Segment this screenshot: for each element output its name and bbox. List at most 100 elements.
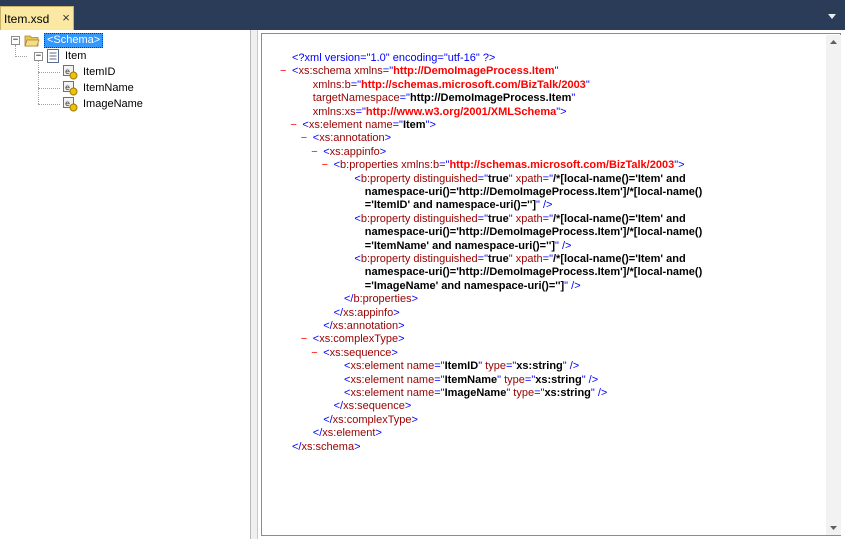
xml-token: xs:element xyxy=(350,387,404,399)
xml-token: /*[local-name()='Item' and xyxy=(552,212,686,225)
xml-collapse-toggle[interactable]: − xyxy=(322,159,328,172)
xml-line-text: <xs:appinfo> xyxy=(323,146,386,159)
xml-line-text: <xs:sequence> xyxy=(323,347,398,360)
xml-token: > xyxy=(384,132,392,145)
xml-token: true xyxy=(487,172,509,185)
xml-token: xmlns:xs xyxy=(312,105,356,118)
xml-token: type xyxy=(482,360,506,373)
xml-token: " xyxy=(554,65,559,78)
xml-token: =" xyxy=(542,172,553,185)
xml-token: http://DemoImageProcess.Item xyxy=(409,92,572,105)
xml-token: type xyxy=(510,387,535,399)
xml-token: xs:annotation xyxy=(332,320,399,332)
field-element-icon: e xyxy=(63,65,78,80)
xml-token: =" xyxy=(434,387,445,399)
xml-line-text: <xs:element name="ItemName" type="xs:str… xyxy=(344,374,598,387)
tree-node-label: ImageName xyxy=(83,98,143,110)
xml-token: > xyxy=(354,440,361,453)
xml-line-text: <?xml version="1.0" encoding="utf-16" ?> xyxy=(292,52,495,65)
xml-token: =" xyxy=(534,387,545,399)
pane-splitter[interactable] xyxy=(251,30,258,539)
xml-line-text: <xs:element name="ItemID" type="xs:strin… xyxy=(344,360,579,373)
xml-collapse-toggle[interactable]: − xyxy=(311,146,317,159)
tree-node-schema[interactable]: − <Schema> xyxy=(0,32,240,48)
scroll-down-icon[interactable] xyxy=(826,520,841,535)
schema-tree-pane: − <Schema> − Item e ItemID e ItemName e … xyxy=(0,30,251,539)
tree-node-field-imagename[interactable]: e ImageName xyxy=(0,96,240,112)
xml-token: name xyxy=(403,373,435,386)
xml-token: xs:element xyxy=(308,119,363,131)
xml-token: name xyxy=(403,387,435,399)
svg-text:e: e xyxy=(65,99,70,108)
xml-token: =" xyxy=(382,65,394,78)
xml-token: xs:string xyxy=(535,373,582,386)
xml-line-text: </xs:appinfo> xyxy=(334,307,400,320)
xml-token: xs:appinfo xyxy=(343,306,394,319)
scroll-up-icon[interactable] xyxy=(826,35,841,50)
xml-token: xs:sequence xyxy=(329,346,392,359)
xml-token: =" xyxy=(505,360,517,373)
tree-node-field-itemid[interactable]: e ItemID xyxy=(0,64,240,80)
xml-token: </ xyxy=(333,400,344,413)
xml-token: Item xyxy=(402,119,426,131)
xml-line-text: targetNamespace="http://DemoImageProcess… xyxy=(313,92,575,105)
xml-token: true xyxy=(487,253,509,265)
xml-token: xs:schema xyxy=(298,65,352,78)
xml-token: =" xyxy=(542,253,553,265)
xml-line-text: <b:properties xmlns:b="http://schemas.mi… xyxy=(334,159,685,172)
xml-token: b:properties xyxy=(353,293,412,306)
xml-token: </ xyxy=(333,306,344,319)
tree-node-label: ItemName xyxy=(83,82,134,94)
xml-line-text: <xs:element name="ImageName" type="xs:st… xyxy=(344,387,607,400)
xml-collapse-toggle[interactable]: − xyxy=(301,132,307,145)
xml-line-text: xmlns:xs="http://www.w3.org/2001/XMLSche… xyxy=(313,106,567,119)
xml-token: b:property xyxy=(360,253,411,265)
xml-collapse-toggle[interactable]: − xyxy=(301,333,307,346)
xml-token: =" xyxy=(477,253,488,265)
xml-line-text: <xs:schema xmlns="http://DemoImageProces… xyxy=(292,65,558,78)
xml-token: =" xyxy=(439,159,450,172)
xml-token: /*[local-name()='Item' and xyxy=(552,172,686,185)
xml-token: b:property xyxy=(360,212,411,225)
xml-token: > xyxy=(398,320,405,332)
xml-token: namespace-uri()='http://DemoImageProcess… xyxy=(364,186,703,198)
collapse-toggle-icon[interactable]: − xyxy=(34,52,43,61)
xml-token: " xyxy=(585,78,590,91)
tree-node-record-item[interactable]: − Item xyxy=(0,48,240,64)
xml-token: " /> xyxy=(555,239,572,252)
field-element-icon: e xyxy=(63,97,78,112)
xml-token: xpath xyxy=(512,212,543,225)
xml-line-text: </xs:complexType> xyxy=(323,414,418,427)
xml-token: ='ImageName' and namespace-uri()=''] xyxy=(364,279,565,292)
xml-line-text: ='ImageName' and namespace-uri()='']" /> xyxy=(365,280,581,293)
xml-line-text: <b:property distinguished="true" xpath="… xyxy=(354,173,685,186)
tab-close-icon[interactable]: × xyxy=(60,11,72,25)
xml-line-text: </xs:element> xyxy=(313,427,382,440)
record-icon xyxy=(47,49,59,63)
xml-token: =" xyxy=(350,78,362,91)
xml-token: > xyxy=(393,306,400,319)
tab-item-xsd[interactable]: Item.xsd × xyxy=(0,6,74,30)
xml-token: distinguished xyxy=(410,212,478,225)
tree-node-field-itemname[interactable]: e ItemName xyxy=(0,80,240,96)
xml-token: " /> xyxy=(562,360,580,373)
xml-collapse-toggle[interactable]: − xyxy=(280,65,286,78)
xml-token: =" xyxy=(392,119,403,131)
vertical-scrollbar[interactable] xyxy=(826,35,841,535)
xml-token: > xyxy=(375,427,382,440)
xml-collapse-toggle[interactable]: − xyxy=(311,347,317,360)
xml-token: ItemName xyxy=(444,373,498,386)
xml-token: =" xyxy=(477,212,488,225)
xml-token: </ xyxy=(323,320,333,332)
tree-node-label: ItemID xyxy=(83,66,116,78)
xml-token: xpath xyxy=(512,253,543,265)
xml-token: <?xml version="1.0" encoding="utf-16" ?> xyxy=(292,52,496,64)
window-list-dropdown-icon[interactable] xyxy=(826,10,838,22)
xml-token: xmlns xyxy=(351,65,383,78)
collapse-toggle-icon[interactable]: − xyxy=(11,36,20,45)
xml-token: > xyxy=(411,293,419,306)
xml-collapse-toggle[interactable]: − xyxy=(290,119,296,132)
xml-token: " /> xyxy=(581,373,599,386)
xml-token: xs:complexType xyxy=(319,333,399,346)
xml-token: namespace-uri()='http://DemoImageProcess… xyxy=(364,226,703,239)
